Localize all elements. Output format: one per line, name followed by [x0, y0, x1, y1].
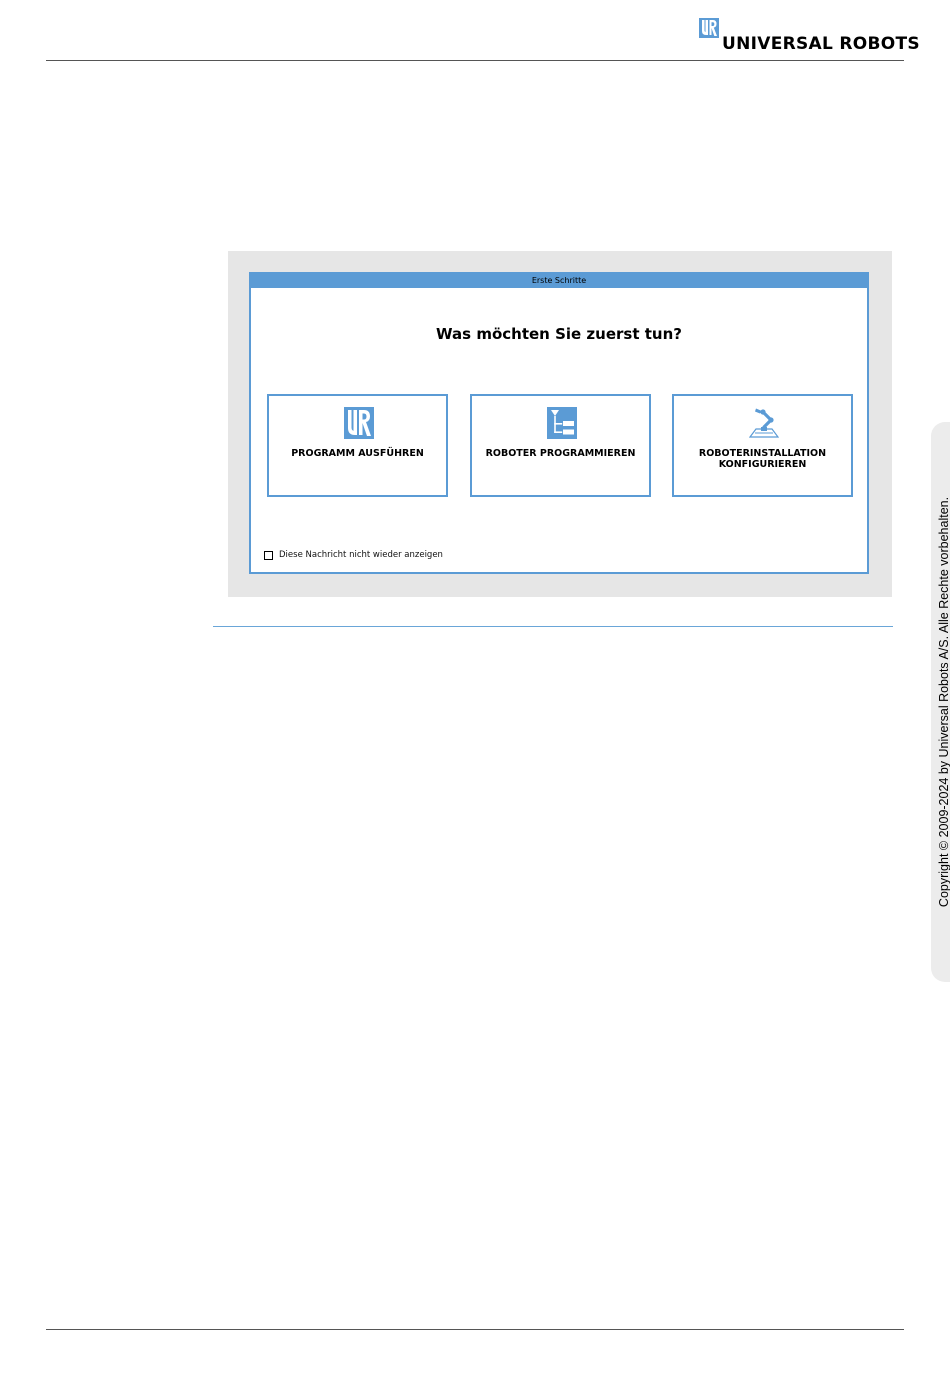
dialog-title: Erste Schritte — [251, 274, 867, 288]
run-program-button[interactable]: PROGRAMM AUSFÜHREN — [267, 394, 448, 497]
brand-name: UNIVERSAL ROBOTS — [722, 34, 920, 54]
footer-divider — [46, 1329, 904, 1330]
robot-arm-icon — [749, 408, 779, 438]
dialog-question: Was möchten Sie zuerst tun? — [436, 325, 682, 343]
run-program-label: PROGRAMM AUSFÜHREN — [291, 448, 424, 459]
program-tree-icon — [547, 407, 577, 439]
section-divider — [213, 626, 893, 627]
program-robot-label: ROBOTER PROGRAMMIEREN — [485, 448, 636, 459]
ur-logo-icon — [699, 18, 719, 38]
configure-installation-button[interactable]: ROBOTERINSTALLATION KONFIGURIEREN — [672, 394, 853, 497]
copyright-text: Copyright © 2009-2024 by Universal Robot… — [937, 496, 950, 908]
screenshot-frame: Erste Schritte Was möchten Sie zuerst tu… — [228, 251, 892, 597]
program-robot-button[interactable]: ROBOTER PROGRAMMIEREN — [470, 394, 651, 497]
getting-started-dialog: Erste Schritte Was möchten Sie zuerst tu… — [249, 272, 869, 574]
dont-show-label: Diese Nachricht nicht wieder anzeigen — [279, 550, 443, 560]
dont-show-checkbox[interactable] — [264, 551, 273, 560]
ur-logo-icon — [344, 407, 374, 439]
configure-installation-label: ROBOTERINSTALLATION KONFIGURIEREN — [698, 448, 827, 470]
header-divider — [46, 60, 904, 61]
